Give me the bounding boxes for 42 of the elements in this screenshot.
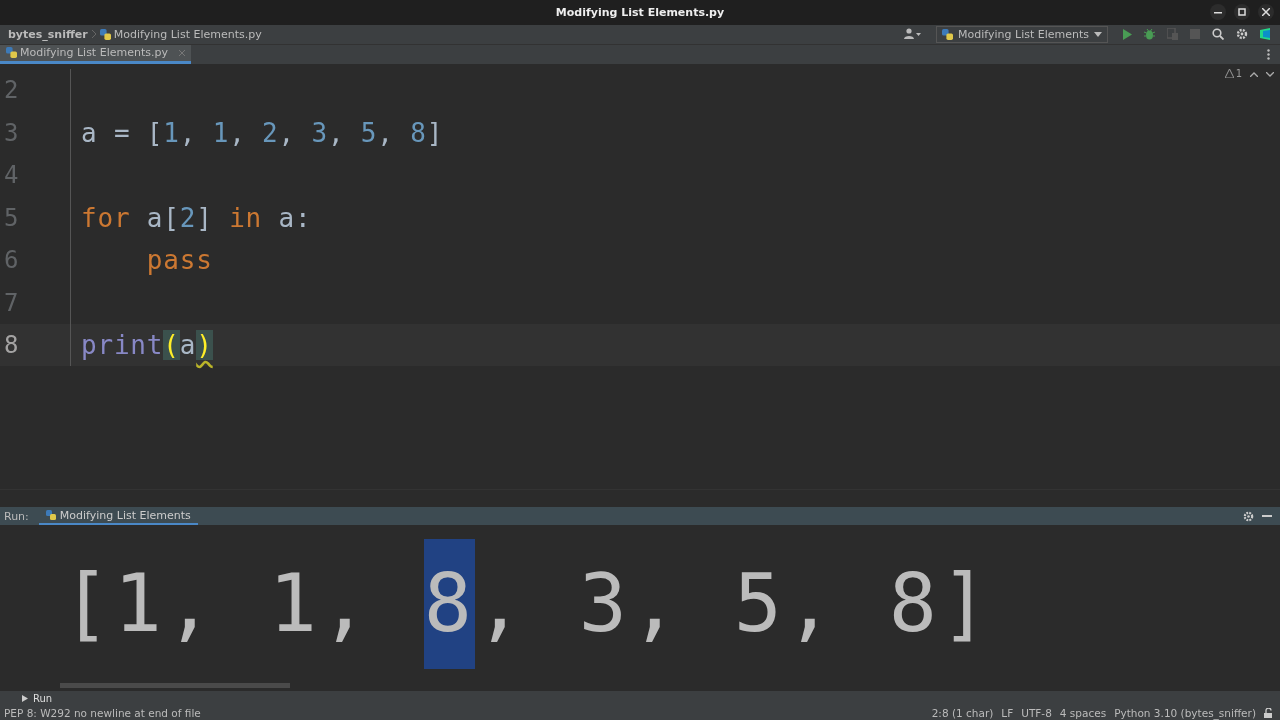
breadcrumb[interactable]: Modifying List Elements.py (99, 27, 262, 41)
status-item[interactable]: 4 spaces (1059, 706, 1107, 719)
python-icon (45, 510, 56, 521)
breadcrumb[interactable]: bytes_sniffer (8, 27, 88, 41)
line-number: 4 (0, 153, 71, 197)
lock-icon[interactable] (1264, 707, 1274, 718)
code-line: print(a) (81, 330, 213, 361)
line-number: 7 (0, 281, 71, 324)
status-item[interactable]: 2:8 (1 char) (931, 706, 994, 719)
line-number: 3 (0, 111, 71, 154)
status-item[interactable]: LF (1001, 706, 1014, 719)
close-icon (1262, 8, 1270, 16)
python-file-icon (99, 28, 111, 40)
line-number: 2 (0, 68, 71, 112)
window-title: Modifying List Elements.py (555, 6, 725, 19)
python-icon (942, 28, 954, 40)
code-line: pass (145, 245, 213, 276)
line-number: 5 (0, 196, 71, 239)
console-output: [1, 1, (62, 556, 373, 653)
close-button[interactable] (1258, 4, 1274, 20)
warning-count[interactable]: 1 (1224, 67, 1242, 79)
maximize-icon (1238, 8, 1246, 16)
line-number: 6 (0, 238, 71, 282)
python-file-icon (6, 47, 17, 59)
maximize-button[interactable] (1234, 4, 1250, 20)
run-config-dropdown[interactable]: Modifying List Elements (936, 25, 1108, 43)
status-message: PEP 8: W292 no newline at end of file (4, 706, 201, 719)
play-icon (22, 694, 28, 702)
minimize-button[interactable] (1210, 4, 1226, 20)
code-line: a = [1, 1, 2, 3, 5, 8] (81, 117, 444, 148)
line-number: 8 (0, 323, 71, 367)
chevron-icon (91, 30, 96, 39)
status-item[interactable]: Python 3.10 (bytes_sniffer) (1114, 706, 1256, 719)
caret-icon (1094, 31, 1102, 37)
scrollbar-thumb[interactable] (60, 683, 290, 689)
run-tool-button[interactable]: Run (18, 692, 57, 704)
code-line: for a[2] in a: (81, 202, 312, 233)
console-output: , 3, 5, 8] (475, 556, 992, 653)
panel-label: Run: (4, 509, 29, 523)
status-item[interactable]: UTF-8 (1021, 706, 1052, 719)
editor-tab[interactable]: Modifying List Elements.py (0, 44, 191, 64)
console-output: 8 (423, 539, 476, 670)
